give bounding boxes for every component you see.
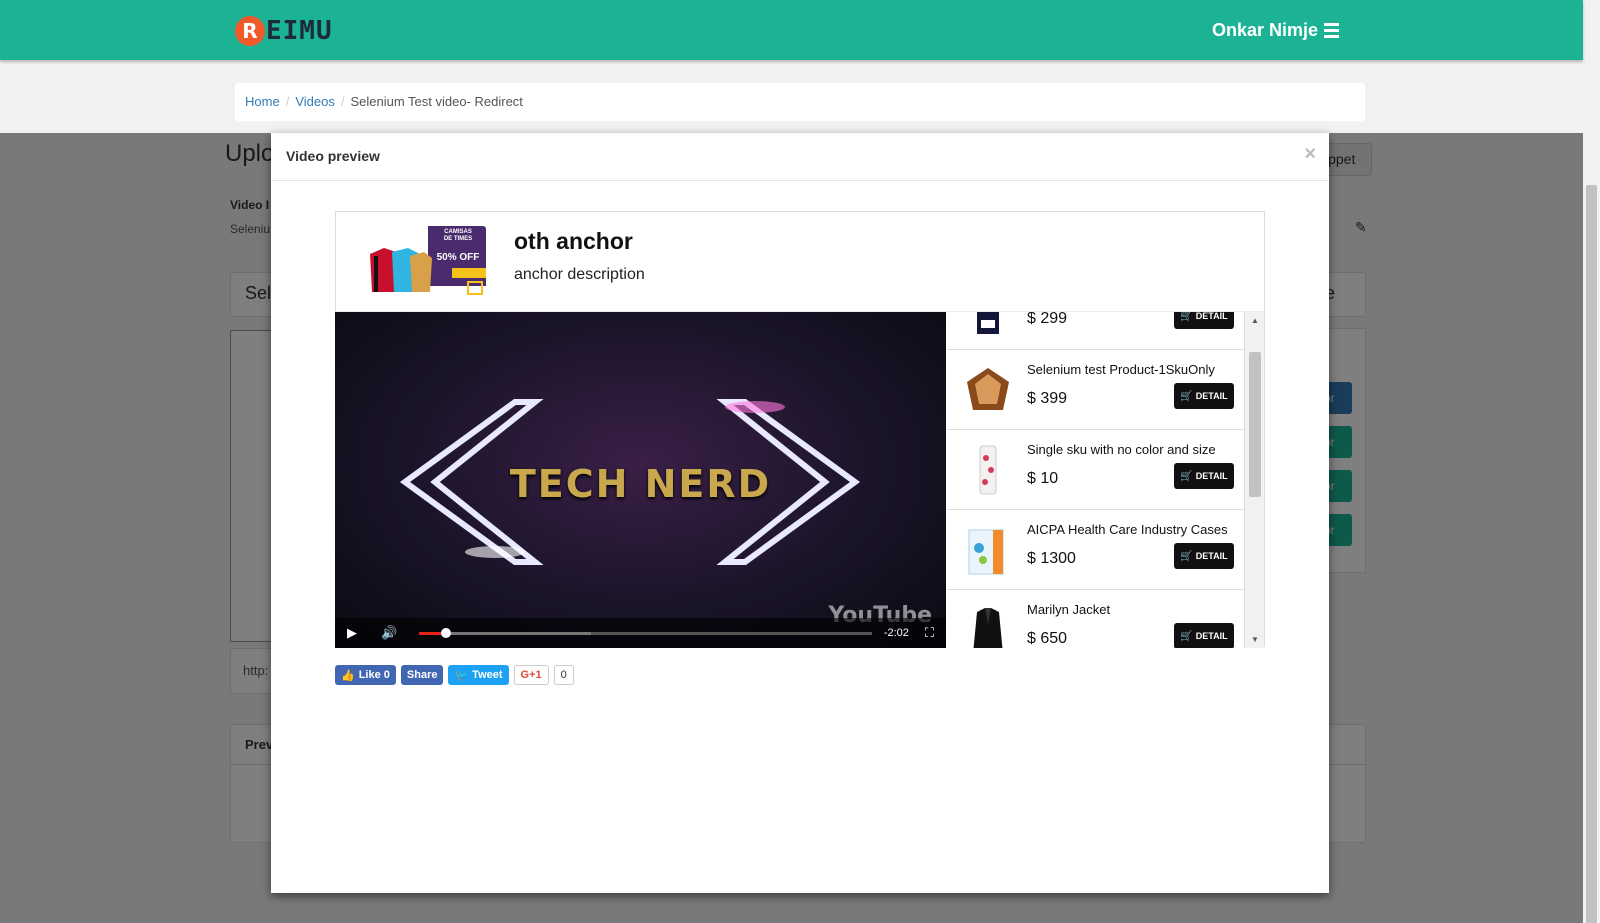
thumb-line-1: CAMISAS <box>444 229 472 235</box>
product-name: Single sku with no color and size <box>1027 442 1216 457</box>
thumbs-up-icon: 👍 <box>341 669 355 682</box>
product-list-scrollbar[interactable]: ▲ ▼ <box>1244 312 1264 648</box>
scrollbar-thumb[interactable] <box>1249 352 1261 497</box>
product-price: $ 650 <box>1027 630 1068 647</box>
anchor-description: anchor description <box>514 266 645 283</box>
detail-label: DETAIL <box>1195 312 1228 321</box>
product-price: $ 1300 <box>1027 550 1076 567</box>
tweet-label: Tweet <box>472 669 503 681</box>
product-price: $ 399 <box>1027 390 1068 407</box>
anchor-title: oth anchor <box>514 228 633 254</box>
detail-label: DETAIL <box>1195 551 1228 561</box>
volume-icon[interactable]: 🔊 <box>381 625 397 641</box>
video-preview-modal: Video preview × CAMISAS DE TIMES 50% OFF <box>271 133 1329 893</box>
facebook-share-button[interactable]: Share <box>400 665 444 685</box>
video-controls: ▶ 🔊 -2:02 ⛶ <box>335 618 946 648</box>
cart-icon: 🛒 <box>1180 630 1193 642</box>
tweet-button[interactable]: 🐦 Tweet <box>448 665 509 685</box>
google-plus-count: 0 <box>553 665 574 685</box>
detail-label: DETAIL <box>1195 631 1228 641</box>
video-player[interactable]: TECH NERD YouTube ▶ 🔊 -2:02 ⛶ <box>335 312 946 648</box>
logo-mark: R <box>235 16 265 46</box>
breadcrumb-home[interactable]: Home <box>245 94 280 109</box>
detail-label: DETAIL <box>1195 391 1228 401</box>
modal-header: Video preview × <box>271 133 1329 181</box>
product-price: $ 10 <box>1027 470 1059 487</box>
cart-icon: 🛒 <box>1180 470 1193 482</box>
detail-button[interactable]: 🛒 DETAIL <box>1174 312 1234 329</box>
product-item[interactable]: Single sku with no color and size $ 10 🛒… <box>947 430 1244 510</box>
thumb-offer: 50% OFF <box>436 252 480 263</box>
scroll-up-icon[interactable]: ▲ <box>1245 316 1265 325</box>
breadcrumb: Home / Videos / Selenium Test video- Redirec… <box>235 83 1365 121</box>
page-scrollbar[interactable] <box>1583 133 1600 923</box>
cart-icon: 🛒 <box>1180 312 1193 322</box>
anchor-header: CAMISAS DE TIMES 50% OFF oth anchor anch… <box>336 212 1264 312</box>
brand-logo[interactable]: R EIMU <box>235 16 333 46</box>
breadcrumb-videos[interactable]: Videos <box>295 94 335 109</box>
cart-icon: 🛒 <box>1180 390 1193 402</box>
time-remaining: -2:02 <box>883 627 909 639</box>
product-image <box>963 604 1013 648</box>
video-title-text: TECH NERD <box>509 462 772 506</box>
user-menu[interactable]: Onkar Nimje <box>1212 20 1340 41</box>
logo-text: EIMU <box>266 16 333 46</box>
cart-icon: 🛒 <box>1180 550 1193 562</box>
product-item[interactable]: Marilyn Jacket $ 650 🛒 DETAIL <box>947 590 1244 648</box>
product-item[interactable]: $ 299 🛒 DETAIL <box>947 312 1244 350</box>
fullscreen-icon[interactable]: ⛶ <box>925 625 934 641</box>
breadcrumb-current: Selenium Test video- Redirect <box>350 94 523 109</box>
product-image <box>963 312 1013 336</box>
product-name: AICPA Health Care Industry Cases <box>1027 522 1228 537</box>
progress-bar[interactable] <box>419 627 872 638</box>
product-name: Selenium test Product-1SkuOnly <box>1027 362 1215 377</box>
hamburger-icon[interactable] <box>1324 23 1340 38</box>
detail-button[interactable]: 🛒 DETAIL <box>1174 463 1234 489</box>
share-bar: 👍 Like 0 Share 🐦 Tweet G+1 0 <box>335 665 574 685</box>
product-item[interactable]: Selenium test Product-1SkuOnly $ 399 🛒 DE… <box>947 350 1244 430</box>
anchor-thumbnail: CAMISAS DE TIMES 50% OFF <box>366 226 486 296</box>
product-item[interactable]: AICPA Health Care Industry Cases $ 1300 … <box>947 510 1244 590</box>
top-navbar: R EIMU Onkar Nimje <box>0 0 1583 60</box>
close-icon[interactable]: × <box>1304 143 1316 166</box>
google-plus-button[interactable]: G+1 <box>513 665 549 685</box>
detail-button[interactable]: 🛒 DETAIL <box>1174 543 1234 569</box>
detail-label: DETAIL <box>1195 471 1228 481</box>
progress-knob[interactable] <box>441 627 452 638</box>
product-price: $ 299 <box>1027 312 1068 327</box>
product-image <box>963 444 1013 496</box>
modal-title: Video preview <box>286 148 380 164</box>
play-icon[interactable]: ▶ <box>347 625 357 641</box>
player-card: CAMISAS DE TIMES 50% OFF oth anchor anch… <box>335 211 1265 648</box>
thumb-line-2: DE TIMES <box>443 236 473 242</box>
twitter-icon: 🐦 <box>454 669 469 682</box>
product-image <box>963 524 1013 576</box>
product-name: Marilyn Jacket <box>1027 602 1111 617</box>
detail-button[interactable]: 🛒 DETAIL <box>1174 623 1234 648</box>
scroll-down-icon[interactable]: ▼ <box>1245 635 1265 644</box>
page-scrollbar-thumb[interactable] <box>1586 185 1597 923</box>
facebook-like-button[interactable]: 👍 Like 0 <box>335 665 396 685</box>
like-label: Like 0 <box>358 669 390 681</box>
product-image <box>963 364 1013 416</box>
product-list: $ 299 🛒 DETAIL Selenium test Product-1Sku… <box>947 312 1244 648</box>
user-name: Onkar Nimje <box>1212 20 1319 40</box>
detail-button[interactable]: 🛒 DETAIL <box>1174 383 1234 409</box>
